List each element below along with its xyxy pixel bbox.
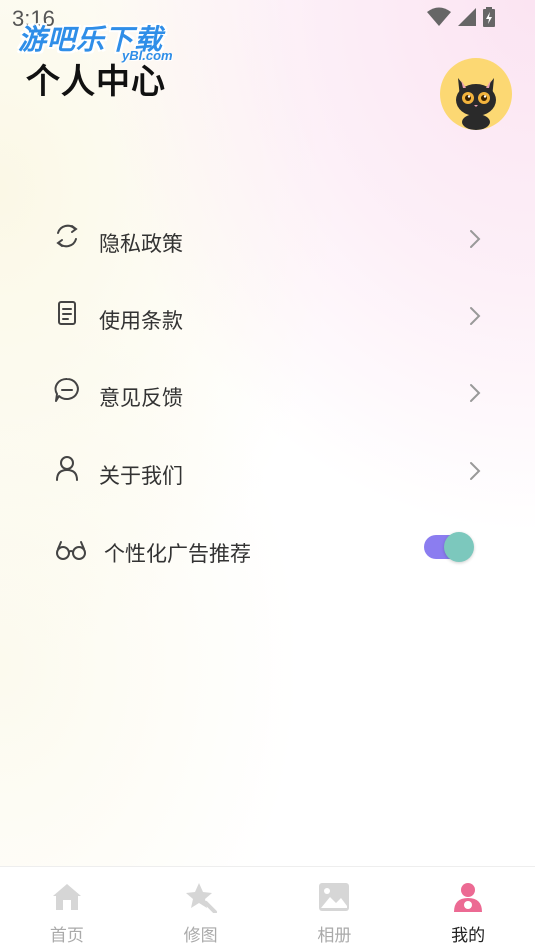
status-icons xyxy=(427,7,495,27)
menu-item-label: 使用条款 xyxy=(99,309,183,333)
star-edit-icon xyxy=(185,883,217,913)
menu-item-label: 隐私政策 xyxy=(99,232,183,256)
nav-label: 修图 xyxy=(183,926,218,946)
nav-label: 相册 xyxy=(317,926,352,946)
menu-item-label: 关于我们 xyxy=(99,464,183,488)
user-icon xyxy=(454,883,483,912)
bottom-nav: 首页 修图 相册 我的 xyxy=(0,866,535,951)
home-icon xyxy=(52,884,81,910)
page-title: 个人中心 xyxy=(26,62,166,102)
image-icon xyxy=(319,883,350,911)
chevron-right-icon xyxy=(470,384,481,402)
toggle-knob xyxy=(444,532,474,562)
signal-icon xyxy=(458,8,476,26)
person-icon xyxy=(56,456,78,481)
nav-label: 我的 xyxy=(451,926,486,946)
chevron-right-icon xyxy=(470,462,481,480)
wifi-icon xyxy=(427,7,451,26)
nav-item-edit[interactable]: 修图 xyxy=(134,867,268,951)
glasses-icon xyxy=(56,541,86,560)
nav-item-mine[interactable]: 我的 xyxy=(401,867,535,951)
menu-item-label: 意见反馈 xyxy=(99,386,183,410)
chat-bubble-icon xyxy=(54,377,79,402)
avatar[interactable] xyxy=(440,58,512,130)
chevron-right-icon xyxy=(470,230,481,248)
battery-icon xyxy=(483,7,495,27)
menu-item-label: 个性化广告推荐 xyxy=(104,542,251,566)
nav-item-album[interactable]: 相册 xyxy=(268,867,402,951)
cat-avatar-icon xyxy=(456,78,496,130)
menu-item-privacy-policy[interactable]: 隐私政策 xyxy=(0,204,535,264)
watermark-logo: 游吧乐下载 yBl.com xyxy=(18,18,173,63)
personalized-ads-toggle[interactable] xyxy=(424,532,476,562)
document-icon xyxy=(58,301,76,325)
nav-item-home[interactable]: 首页 xyxy=(0,867,134,951)
nav-label: 首页 xyxy=(49,926,84,946)
refresh-circle-icon xyxy=(56,224,78,248)
menu-item-about-us[interactable]: 关于我们 xyxy=(0,436,535,496)
menu-item-feedback[interactable]: 意见反馈 xyxy=(0,358,535,418)
chevron-right-icon xyxy=(470,307,481,325)
menu-item-terms-of-use[interactable]: 使用条款 xyxy=(0,281,535,341)
